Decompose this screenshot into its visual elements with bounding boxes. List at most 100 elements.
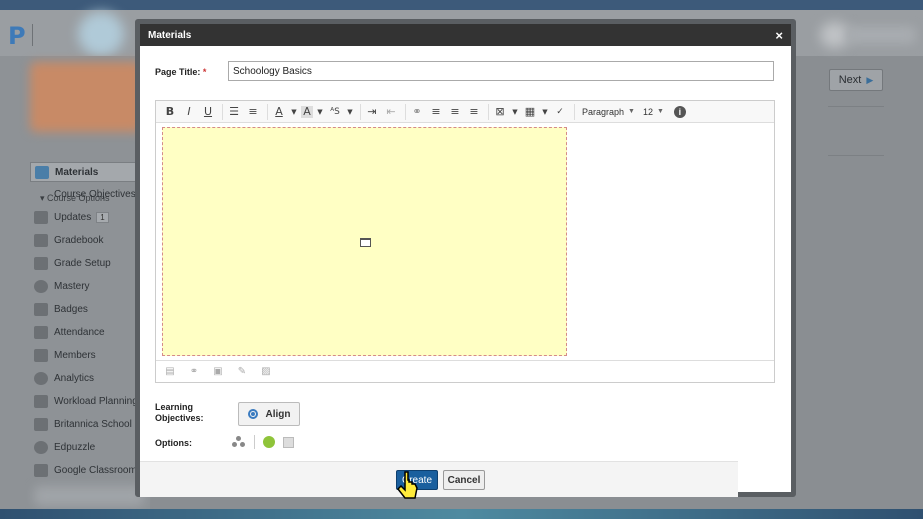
sidebar-item-members[interactable]: Members: [34, 345, 96, 365]
paragraph-select[interactable]: Paragraph ▼: [578, 104, 639, 120]
media-icon[interactable]: ▨: [258, 363, 274, 381]
table-icon[interactable]: ▦: [522, 103, 538, 121]
formatting-icon[interactable]: ᴬS: [327, 103, 343, 121]
spellcheck-icon[interactable]: ✓: [552, 103, 568, 121]
blurred-sidebar-item: [34, 486, 144, 506]
chevron-down-icon: ▼: [656, 108, 664, 115]
options-icons: [232, 435, 294, 449]
chevron-down-icon[interactable]: ▼: [541, 103, 549, 121]
editor-toolbar: B I U ☰ ≡ A ▼ A ▼ ᴬS ▼ ⇥ ⇤ ⚭ ≡ ≡ ≡ ⊠ ▼ ▦…: [156, 101, 774, 123]
target-icon: [247, 409, 258, 419]
next-button[interactable]: Next ▶: [829, 69, 883, 91]
sidebar-item-label: Materials: [55, 166, 99, 178]
sidebar-item-gradebook[interactable]: Gradebook: [34, 230, 103, 250]
required-mark: *: [202, 67, 207, 77]
align-label: Align: [265, 408, 291, 420]
insert-icon[interactable]: ⊠: [492, 103, 508, 121]
britannica-icon: [34, 417, 48, 431]
cancel-button[interactable]: Cancel: [443, 470, 485, 490]
sidebar-item-updates[interactable]: Updates 1: [34, 207, 109, 227]
font-size-value: 12: [642, 106, 653, 117]
toolbar-separator: [488, 103, 489, 120]
sidebar-item-course-objectives[interactable]: Course Objectives: [54, 184, 136, 204]
sidebar-item-workload-planning[interactable]: Workload Planning: [34, 391, 138, 411]
align-left-icon[interactable]: ≡: [428, 103, 444, 121]
sidebar-item-attendance[interactable]: Attendance: [34, 322, 105, 342]
toolbar-separator: [267, 103, 268, 120]
mouse-cursor-icon: [397, 471, 418, 499]
analytics-icon: [34, 371, 48, 385]
chevron-down-icon[interactable]: ▼: [290, 103, 298, 121]
sidebar-item-google-classroom[interactable]: Google Classroom: [34, 460, 137, 480]
status-green-icon[interactable]: [263, 436, 275, 448]
tools-icon[interactable]: ✎: [234, 363, 250, 381]
background-color-icon[interactable]: A: [301, 105, 313, 118]
sidebar-item-materials[interactable]: Materials: [30, 162, 142, 182]
sidebar-item-mastery[interactable]: Mastery: [34, 276, 90, 296]
sidebar-item-edpuzzle[interactable]: Edpuzzle: [34, 437, 95, 457]
embed-placeholder-icon[interactable]: [360, 238, 371, 247]
numbered-list-icon[interactable]: ≡: [245, 103, 261, 121]
chevron-down-icon: ▼: [628, 108, 635, 115]
sidebar-item-badges[interactable]: Badges: [34, 299, 88, 319]
align-right-icon[interactable]: ≡: [466, 103, 482, 121]
bullet-list-icon[interactable]: ☰: [226, 103, 242, 121]
sidebar-item-label: Updates: [54, 211, 92, 223]
editor-content-area[interactable]: [162, 127, 567, 356]
font-size-select[interactable]: 12 ▼: [639, 104, 668, 120]
completion-icon[interactable]: [283, 436, 294, 448]
info-icon[interactable]: i: [673, 105, 686, 118]
toolbar-separator: [222, 103, 223, 120]
italic-button[interactable]: I: [181, 103, 197, 121]
dialog-title-bar: Materials ×: [140, 24, 791, 46]
sidebar-item-label: Britannica School: [54, 418, 132, 430]
chevron-down-icon[interactable]: ▼: [511, 103, 519, 121]
materials-icon: [35, 165, 49, 179]
blurred-profile-name: [846, 26, 916, 44]
gradebook-icon: [34, 233, 48, 247]
chevron-down-icon[interactable]: ▼: [316, 103, 324, 121]
outdent-icon[interactable]: ⇤: [383, 103, 399, 121]
toolbar-separator: [405, 103, 406, 120]
mastery-icon: [34, 279, 48, 293]
file-icon[interactable]: ▤: [162, 363, 178, 381]
sidebar-item-britannica-school[interactable]: Britannica School: [34, 414, 132, 434]
next-label: Next: [838, 74, 862, 86]
dialog-footer: Create Cancel: [140, 461, 738, 497]
image-icon[interactable]: ▣: [210, 363, 226, 381]
underline-button[interactable]: U: [200, 103, 216, 121]
sidebar-item-label: Grade Setup: [54, 257, 111, 269]
sidebar-item-label: Analytics: [54, 372, 95, 384]
link-icon[interactable]: ⚭: [409, 103, 425, 121]
link-icon[interactable]: ⚭: [186, 363, 202, 381]
edpuzzle-icon: [34, 440, 48, 454]
sidebar-item-label: Mastery: [54, 280, 90, 292]
grouping-icon[interactable]: [232, 436, 246, 448]
sidebar-item-label: Members: [54, 349, 96, 361]
dialog-title: Materials: [148, 29, 192, 41]
toolbar-separator: [574, 103, 575, 120]
workload-icon: [34, 394, 48, 408]
text-color-icon[interactable]: A: [271, 103, 287, 121]
align-button[interactable]: Align: [238, 402, 300, 426]
editor-insert-toolbar: ▤ ⚭ ▣ ✎ ▨: [156, 360, 774, 382]
close-icon[interactable]: ×: [775, 28, 783, 43]
options-label: Options:: [155, 438, 192, 448]
google-classroom-icon: [34, 463, 48, 477]
grade-setup-icon: [34, 256, 48, 270]
sidebar-item-analytics[interactable]: Analytics: [34, 368, 94, 388]
bold-button[interactable]: B: [162, 103, 178, 121]
badges-icon: [34, 302, 48, 316]
sidebar-item-label: Google Classroom: [54, 464, 137, 476]
page-title-label-text: Page Title:: [155, 67, 201, 77]
options-divider: [254, 435, 255, 449]
page-title-label: Page Title: *: [155, 67, 206, 77]
divider: [828, 106, 884, 107]
sidebar-item-grade-setup[interactable]: Grade Setup: [34, 253, 111, 273]
page-title-input[interactable]: [228, 61, 774, 81]
chevron-down-icon[interactable]: ▼: [346, 103, 354, 121]
materials-dialog: Materials × Page Title: * B I U ☰ ≡ A ▼ …: [135, 19, 796, 497]
align-center-icon[interactable]: ≡: [447, 103, 463, 121]
logo: P: [8, 22, 26, 50]
indent-icon[interactable]: ⇥: [364, 103, 380, 121]
